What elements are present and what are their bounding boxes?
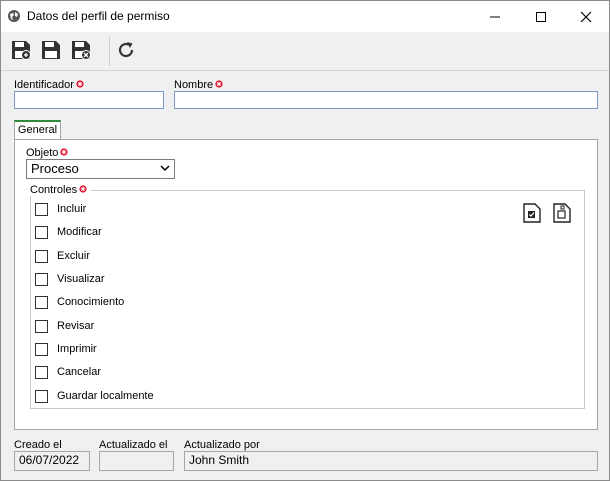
control-checkbox-modificar[interactable]: Modificar	[35, 224, 102, 240]
controls-label-text: Controles	[30, 184, 78, 196]
controls-legend: Controles	[30, 184, 92, 196]
control-checkbox-conocimiento[interactable]: Conocimiento	[35, 294, 124, 310]
save-icon	[42, 41, 60, 59]
checkbox-label: Modificar	[57, 226, 102, 238]
checkbox[interactable]	[35, 295, 48, 309]
checkbox-label: Guardar localmente	[57, 390, 154, 402]
chevron-down-icon	[160, 165, 170, 172]
minimize-icon	[490, 16, 500, 17]
control-checkbox-guardar-localmente[interactable]: Guardar localmente	[35, 388, 154, 404]
save-close-button[interactable]	[70, 39, 92, 61]
object-label-text: Objeto	[26, 147, 59, 159]
checkbox[interactable]	[35, 225, 48, 239]
object-select-value: Proceso	[31, 161, 79, 176]
toolbar	[1, 32, 609, 71]
save-new-icon	[12, 41, 31, 60]
checkbox-label: Revisar	[57, 320, 95, 332]
object-label: Objeto	[26, 147, 69, 159]
maximize-button[interactable]	[518, 1, 564, 32]
identifier-label-text: Identificador	[14, 79, 74, 91]
checkbox-label: Excluir	[57, 250, 91, 262]
close-icon	[580, 11, 592, 22]
dialog-window: Datos del perfil de permiso Identificado…	[0, 0, 610, 481]
toolbar-separator	[109, 36, 110, 66]
save-button[interactable]	[40, 39, 62, 61]
object-select[interactable]: Proceso	[26, 159, 175, 179]
refresh-button[interactable]	[115, 39, 137, 61]
check-all-icon[interactable]	[523, 203, 541, 223]
created-date-field: 06/07/2022	[14, 451, 90, 471]
refresh-icon	[118, 42, 134, 58]
save-new-button[interactable]	[10, 39, 32, 61]
checkbox-label: Conocimiento	[57, 296, 125, 308]
identifier-input[interactable]	[14, 91, 164, 109]
updated-by-field: John Smith	[184, 451, 598, 471]
name-label: Nombre	[174, 79, 223, 91]
checkbox[interactable]	[35, 365, 48, 379]
checkbox[interactable]	[35, 249, 48, 263]
name-label-text: Nombre	[174, 79, 214, 91]
uncheck-all-icon[interactable]	[553, 203, 571, 223]
save-close-icon	[72, 41, 91, 60]
window-title: Datos del perfil de permiso	[27, 9, 170, 23]
identifier-label: Identificador	[14, 79, 84, 91]
updated-by-label: Actualizado por	[184, 439, 260, 451]
updated-date-field	[99, 451, 174, 471]
required-icon	[79, 185, 87, 193]
required-icon	[215, 80, 223, 88]
maximize-icon	[536, 11, 546, 22]
control-checkbox-imprimir[interactable]: Imprimir	[35, 341, 97, 357]
created-label: Creado el	[14, 439, 62, 451]
checkbox[interactable]	[35, 342, 48, 356]
checkbox-label: Cancelar	[57, 366, 102, 378]
control-checkbox-visualizar[interactable]: Visualizar	[35, 271, 105, 287]
required-icon	[76, 80, 84, 88]
checkbox-label: Visualizar	[57, 273, 105, 285]
control-checkbox-cancelar[interactable]: Cancelar	[35, 364, 101, 380]
control-checkbox-revisar[interactable]: Revisar	[35, 318, 94, 334]
checkbox[interactable]	[35, 202, 48, 216]
checkbox[interactable]	[35, 319, 48, 333]
control-checkbox-incluir[interactable]: Incluir	[35, 201, 86, 217]
title-bar: Datos del perfil de permiso	[1, 1, 609, 32]
minimize-button[interactable]	[472, 1, 518, 32]
name-input[interactable]	[174, 91, 598, 109]
required-icon	[60, 148, 69, 156]
checkbox[interactable]	[35, 272, 48, 286]
globe-icon	[8, 10, 20, 22]
checkbox-label: Imprimir	[57, 343, 97, 355]
updated-label: Actualizado el	[99, 439, 168, 451]
close-button[interactable]	[563, 1, 609, 32]
tab-general[interactable]: General	[14, 120, 61, 139]
control-checkbox-excluir[interactable]: Excluir	[35, 248, 90, 264]
checkbox[interactable]	[35, 389, 48, 403]
checkbox-label: Incluir	[57, 203, 87, 215]
